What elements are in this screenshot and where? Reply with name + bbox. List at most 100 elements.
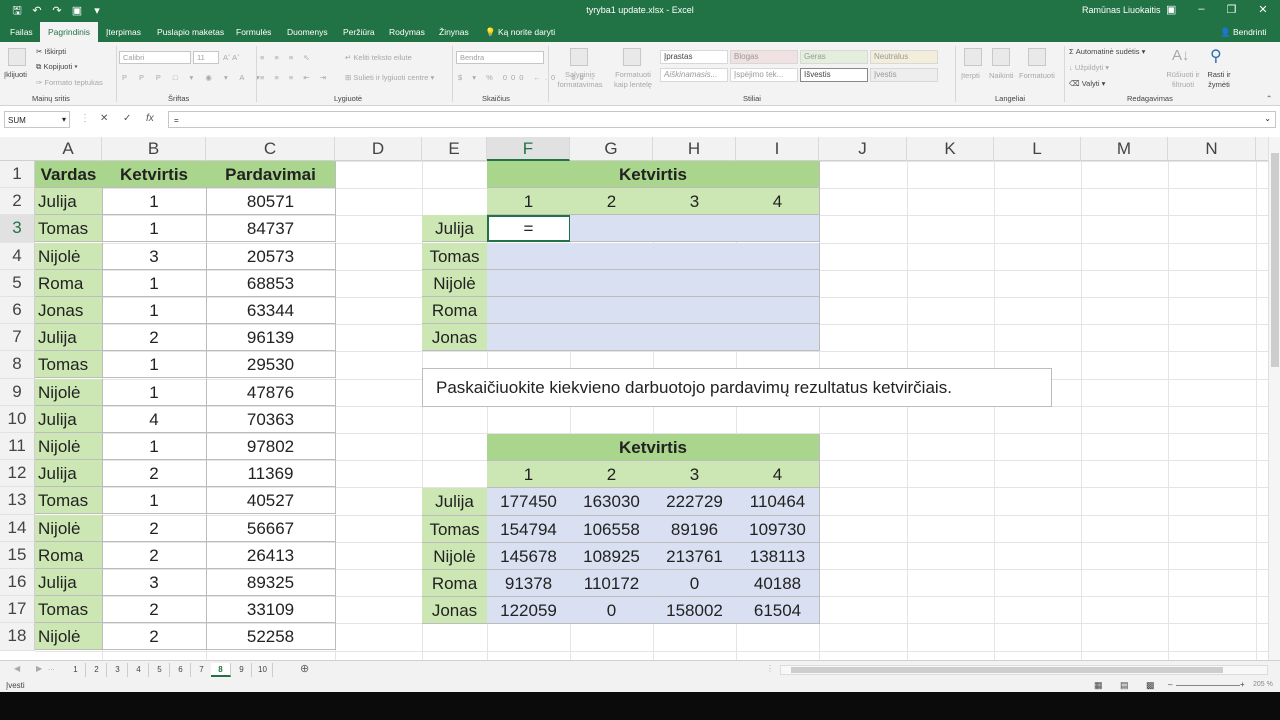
- row-header-5[interactable]: 5: [0, 269, 35, 297]
- sales-quarter-cell[interactable]: 1: [102, 215, 207, 243]
- ribbon-display-icon[interactable]: ▣: [1166, 3, 1176, 16]
- tab-file[interactable]: Failas: [10, 27, 33, 37]
- style-normal[interactable]: Įprastas: [660, 50, 728, 64]
- tab-review[interactable]: Peržiūra: [343, 27, 375, 37]
- sales-quarter-cell[interactable]: 2: [102, 324, 207, 352]
- pivot-result-value[interactable]: 138113: [736, 542, 820, 570]
- font-name-box[interactable]: Calibri: [119, 51, 191, 64]
- pivot-result-value[interactable]: 154794: [487, 515, 571, 543]
- paste-icon[interactable]: [8, 48, 26, 66]
- style-bad[interactable]: Blogas: [730, 50, 798, 64]
- pivot-result-value[interactable]: 106558: [570, 515, 654, 543]
- pivot-empty-name[interactable]: Jonas: [422, 324, 488, 352]
- zoom-level[interactable]: 205 %: [1253, 681, 1273, 688]
- share-button[interactable]: 👤 Bendrinti: [1220, 27, 1267, 38]
- sheet-nav-next-icon[interactable]: ▶: [36, 664, 42, 673]
- sales-quarter-cell[interactable]: 4: [102, 405, 207, 433]
- pivot-result-value[interactable]: 109730: [736, 515, 820, 543]
- pivot-empty-quarter-header[interactable]: 4: [736, 188, 820, 216]
- row-header-1[interactable]: 1: [0, 161, 35, 189]
- sales-quarter-cell[interactable]: 2: [102, 460, 207, 488]
- sales-header-sales[interactable]: Pardavimai: [206, 161, 336, 188]
- sort-filter-button[interactable]: Rūšiuoti ir filtruoti: [1162, 70, 1204, 90]
- tab-insert[interactable]: Įterpimas: [106, 27, 141, 37]
- vertical-scrollbar[interactable]: [1268, 137, 1280, 660]
- pivot-empty-value-cell[interactable]: [570, 269, 654, 297]
- row-header-15[interactable]: 15: [0, 541, 35, 569]
- row-header-6[interactable]: 6: [0, 297, 35, 325]
- pivot-result-quarter-header[interactable]: 2: [570, 461, 654, 489]
- insert-cells-button[interactable]: Įterpti: [961, 71, 980, 80]
- sales-name-cell[interactable]: Nijolė: [35, 378, 103, 406]
- column-header-j[interactable]: J: [819, 137, 907, 161]
- sales-value-cell[interactable]: 70363: [206, 405, 336, 433]
- tab-data[interactable]: Duomenys: [287, 27, 328, 37]
- format-as-table-button[interactable]: Formatuoti kaip lentelę: [608, 70, 658, 90]
- sales-value-cell[interactable]: 26413: [206, 541, 336, 569]
- pivot-empty-value-cell[interactable]: [736, 297, 820, 324]
- sales-quarter-cell[interactable]: 1: [102, 433, 207, 460]
- sales-quarter-cell[interactable]: 2: [102, 514, 207, 542]
- pivot-result-value[interactable]: 213761: [653, 542, 737, 570]
- sales-header-quarter[interactable]: Ketvirtis: [102, 161, 207, 188]
- pivot-empty-name[interactable]: Roma: [422, 297, 488, 324]
- pivot-result-value[interactable]: 40188: [736, 570, 820, 598]
- minimize-icon[interactable]: –: [1198, 3, 1204, 16]
- row-header-16[interactable]: 16: [0, 569, 35, 597]
- pivot-result-value[interactable]: 163030: [570, 488, 654, 516]
- sheet-tab-9[interactable]: 9: [232, 663, 252, 677]
- pivot-empty-quarter-header[interactable]: 1: [487, 188, 571, 216]
- conditional-formatting-button[interactable]: Sąlyginis formatavimas: [552, 70, 608, 90]
- format-cells-button[interactable]: Formatuoti: [1019, 71, 1055, 80]
- sales-name-cell[interactable]: Julija: [35, 460, 103, 488]
- sales-quarter-cell[interactable]: 1: [102, 297, 207, 324]
- style-output[interactable]: Išvestis: [800, 68, 868, 82]
- sales-name-cell[interactable]: Tomas: [35, 351, 103, 379]
- sales-quarter-cell[interactable]: 3: [102, 569, 207, 596]
- sales-value-cell[interactable]: 47876: [206, 378, 336, 406]
- column-header-e[interactable]: E: [422, 137, 487, 161]
- font-style-buttons[interactable]: P P P □ ▾ ◉ ▾ A ▾: [122, 73, 265, 82]
- task-note[interactable]: Paskaičiuokite kiekvieno darbuotojo pard…: [422, 368, 1052, 407]
- fill-button[interactable]: ↓ Užpildyti ▾: [1069, 63, 1109, 72]
- sales-value-cell[interactable]: 40527: [206, 487, 336, 515]
- pivot-result-value[interactable]: 222729: [653, 488, 737, 516]
- number-format-box[interactable]: Bendra: [456, 51, 544, 64]
- find-select-button[interactable]: Rasti ir žymėti: [1202, 70, 1236, 90]
- style-neutral[interactable]: Neutralus: [870, 50, 938, 64]
- sheet-tab-8[interactable]: 8: [211, 663, 231, 677]
- expand-formula-icon[interactable]: ⌄: [1264, 114, 1271, 123]
- sort-filter-icon[interactable]: A↓: [1172, 47, 1190, 64]
- pivot-empty-quarter-header[interactable]: 3: [653, 188, 737, 216]
- sales-value-cell[interactable]: 52258: [206, 623, 336, 651]
- pivot-empty-value-cell[interactable]: [736, 324, 820, 352]
- horizontal-scroll-thumb[interactable]: [791, 667, 1223, 673]
- zoom-out-icon[interactable]: –: [1168, 680, 1172, 689]
- column-header-h[interactable]: H: [653, 137, 736, 161]
- sheet-tab-2[interactable]: 2: [87, 663, 107, 677]
- row-header-2[interactable]: 2: [0, 188, 35, 216]
- row-header-10[interactable]: 10: [0, 405, 35, 433]
- pivot-empty-name[interactable]: Nijolė: [422, 269, 488, 297]
- pivot-empty-value-cell[interactable]: [653, 242, 737, 270]
- column-header-b[interactable]: B: [102, 137, 206, 161]
- sales-name-cell[interactable]: Julija: [35, 569, 103, 596]
- pivot-empty-value-cell[interactable]: [653, 215, 737, 243]
- pivot-empty-name[interactable]: Julija: [422, 215, 488, 243]
- sales-value-cell[interactable]: 56667: [206, 514, 336, 542]
- tab-home[interactable]: Pagrindinis: [40, 22, 99, 42]
- row-header-14[interactable]: 14: [0, 514, 35, 542]
- sales-quarter-cell[interactable]: 2: [102, 623, 207, 651]
- pivot-empty-value-cell[interactable]: [653, 297, 737, 324]
- align-top-buttons[interactable]: ≡ ≡ ≡ ⇖: [260, 53, 314, 62]
- pivot-result-value[interactable]: 145678: [487, 542, 571, 570]
- sales-name-cell[interactable]: Tomas: [35, 215, 103, 243]
- pivot-result-value[interactable]: 89196: [653, 515, 737, 543]
- sheet-tab-1[interactable]: 1: [66, 663, 86, 677]
- pivot-result-value[interactable]: 61504: [736, 597, 820, 625]
- sheet-tab-7[interactable]: 7: [192, 663, 212, 677]
- column-header-m[interactable]: M: [1081, 137, 1168, 161]
- sales-name-cell[interactable]: Julija: [35, 324, 103, 352]
- sales-value-cell[interactable]: 11369: [206, 460, 336, 488]
- horizontal-scrollbar[interactable]: [780, 665, 1268, 675]
